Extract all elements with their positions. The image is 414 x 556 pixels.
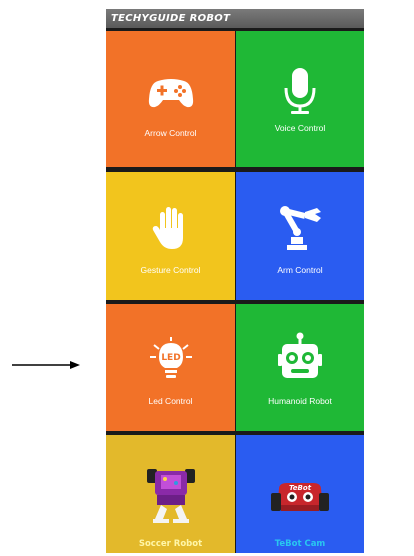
arrow-control-label: Arrow Control	[144, 128, 197, 138]
annotation-arrow	[12, 361, 80, 369]
tebot-car-text: TeBot	[289, 484, 312, 492]
tebot-cam-label: TeBot Cam	[274, 539, 326, 549]
tebot-cam-button[interactable]: TeBot TeBot Cam	[236, 435, 364, 553]
led-control-button[interactable]: LED Led Control	[106, 304, 235, 431]
voice-control-button[interactable]: Voice Control	[236, 31, 364, 167]
gesture-control-button[interactable]: Gesture Control	[106, 172, 235, 300]
app-title: TECHYGUIDE ROBOT	[111, 13, 231, 24]
arrow-control-button[interactable]: Arrow Control	[106, 31, 235, 167]
app-screen: TECHYGUIDE ROBOT Arrow Control Voice Con…	[106, 9, 364, 553]
soccer-robot-button[interactable]: Soccer Robot	[106, 435, 235, 553]
robot-head-icon	[278, 332, 322, 378]
gamepad-icon	[148, 79, 193, 108]
hand-icon	[152, 207, 183, 249]
led-control-label: Led Control	[148, 396, 193, 406]
humanoid-robot-label: Humanoid Robot	[268, 396, 332, 406]
arm-control-button[interactable]: Arm Control	[236, 172, 364, 300]
robot-arm-icon	[280, 206, 321, 250]
humanoid-robot-button[interactable]: Humanoid Robot	[236, 304, 364, 431]
soccer-robot-image	[146, 469, 195, 523]
app-title-bar: TECHYGUIDE ROBOT	[106, 9, 364, 28]
led-bulb-text: LED	[161, 353, 180, 363]
gesture-control-label: Gesture Control	[140, 265, 201, 275]
microphone-icon	[284, 68, 316, 114]
voice-control-label: Voice Control	[274, 123, 326, 133]
arm-control-label: Arm Control	[277, 265, 323, 275]
tebot-car-image: TeBot	[271, 483, 329, 511]
led-bulb-icon: LED	[149, 337, 192, 378]
soccer-robot-label: Soccer Robot	[138, 539, 203, 549]
